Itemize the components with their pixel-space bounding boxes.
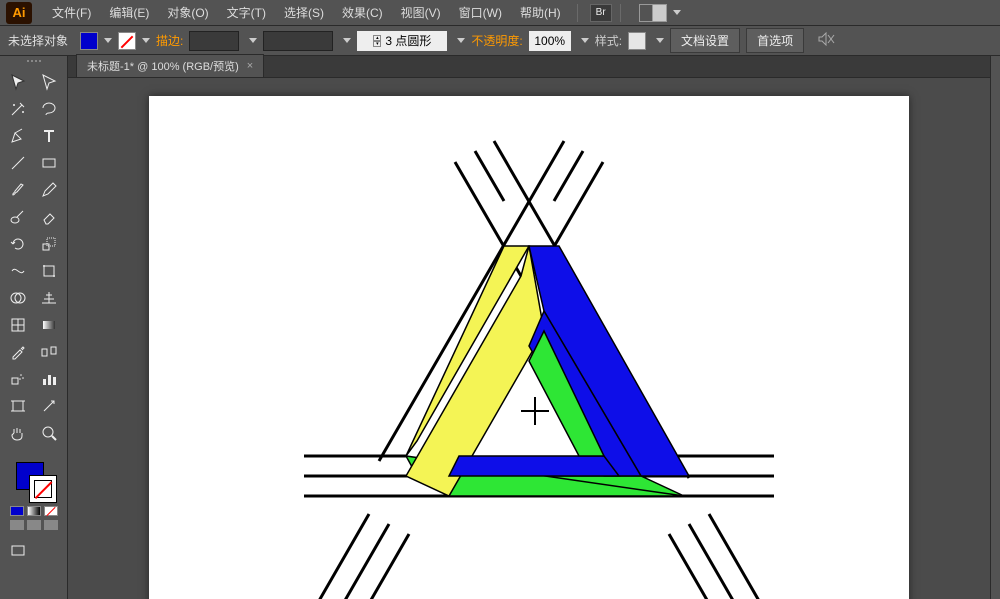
graphic-style-swatch[interactable] [628, 32, 646, 50]
type-tool[interactable] [35, 124, 63, 148]
width-tool[interactable] [4, 259, 32, 283]
stroke-weight-field[interactable] [189, 31, 239, 51]
canvas-viewport[interactable] [68, 78, 990, 599]
rectangle-tool[interactable] [35, 151, 63, 175]
panel-dock[interactable] [990, 56, 1000, 599]
style-label: 样式: [595, 32, 622, 49]
eyedropper-tool[interactable] [4, 340, 32, 364]
perspective-grid-tool[interactable] [35, 286, 63, 310]
document-setup-button[interactable]: 文档设置 [670, 28, 740, 53]
app-logo: Ai [6, 2, 32, 24]
color-mode-solid[interactable] [10, 506, 24, 516]
artboard[interactable] [149, 96, 909, 599]
color-mode-none[interactable] [44, 506, 58, 516]
stroke-color-box[interactable] [30, 476, 56, 502]
chevron-down-icon[interactable] [673, 10, 681, 15]
artboard-tool[interactable] [4, 394, 32, 418]
document-tab-title: 未标题-1* @ 100% (RGB/预览) [87, 58, 239, 74]
fill-swatch-control[interactable] [80, 32, 112, 50]
chevron-down-icon[interactable] [457, 38, 465, 43]
zoom-tool[interactable] [35, 421, 63, 445]
selection-status: 未选择对象 [8, 32, 68, 49]
menu-object[interactable]: 对象(O) [159, 0, 216, 25]
stroke-swatch-control[interactable] [118, 32, 150, 50]
opacity-label: 不透明度: [471, 32, 522, 49]
shape-builder-tool[interactable] [4, 286, 32, 310]
draw-normal[interactable] [10, 520, 24, 530]
canvas-area: 未标题-1* @ 100% (RGB/预览) × [68, 56, 990, 599]
chevron-down-icon[interactable] [104, 38, 112, 43]
close-tab-button[interactable]: × [247, 60, 253, 72]
screen-mode-button[interactable] [4, 539, 32, 563]
blob-brush-tool[interactable] [4, 205, 32, 229]
color-mode-row [10, 506, 58, 516]
chevron-down-icon[interactable] [142, 38, 150, 43]
slice-tool[interactable] [35, 394, 63, 418]
paintbrush-tool[interactable] [4, 178, 32, 202]
chevron-down-icon[interactable] [343, 38, 351, 43]
arrange-docs-button[interactable] [639, 4, 667, 22]
menu-text[interactable]: 文字(T) [219, 0, 274, 25]
hand-tool[interactable] [4, 421, 32, 445]
selection-tool[interactable] [4, 70, 32, 94]
draw-behind[interactable] [27, 520, 41, 530]
fill-stroke-proxy[interactable] [14, 460, 54, 500]
menu-help[interactable]: 帮助(H) [512, 0, 569, 25]
draw-inside[interactable] [44, 520, 58, 530]
lasso-tool[interactable] [35, 97, 63, 121]
chevron-down-icon[interactable] [581, 38, 589, 43]
control-bar: 未选择对象 描边: ▴▾ 3 点圆形 不透明度: 100% 样式: 文档设置 首… [0, 26, 1000, 56]
artwork-content [149, 96, 909, 599]
magic-wand-tool[interactable] [4, 97, 32, 121]
stepper-icon[interactable]: ▴▾ [373, 35, 381, 47]
menu-bar: Ai 文件(F) 编辑(E) 对象(O) 文字(T) 选择(S) 效果(C) 视… [0, 0, 1000, 26]
chevron-down-icon[interactable] [249, 38, 257, 43]
stroke-profile-value: 3 点圆形 [385, 32, 431, 49]
stroke-label: 描边: [156, 32, 183, 49]
menu-select[interactable]: 选择(S) [276, 0, 332, 25]
scale-tool[interactable] [35, 232, 63, 256]
tools-panel [0, 56, 68, 599]
eraser-tool[interactable] [35, 205, 63, 229]
menu-edit[interactable]: 编辑(E) [101, 0, 157, 25]
menu-separator [620, 4, 621, 22]
brush-definition-field[interactable] [263, 31, 333, 51]
menu-window[interactable]: 窗口(W) [451, 0, 510, 25]
menu-file[interactable]: 文件(F) [44, 0, 99, 25]
pen-tool[interactable] [4, 124, 32, 148]
mesh-tool[interactable] [4, 313, 32, 337]
sound-off-icon[interactable] [818, 32, 836, 49]
color-mode-gradient[interactable] [27, 506, 41, 516]
gradient-tool[interactable] [35, 313, 63, 337]
fill-swatch[interactable] [80, 32, 98, 50]
pencil-tool[interactable] [35, 178, 63, 202]
column-graph-tool[interactable] [35, 367, 63, 391]
stroke-profile-field[interactable]: ▴▾ 3 点圆形 [357, 31, 447, 51]
symbol-sprayer-tool[interactable] [4, 367, 32, 391]
draw-mode-row [10, 520, 58, 530]
opacity-field[interactable]: 100% [529, 31, 571, 51]
free-transform-tool[interactable] [35, 259, 63, 283]
rotate-tool[interactable] [4, 232, 32, 256]
menu-view[interactable]: 视图(V) [393, 0, 449, 25]
menu-separator [577, 4, 578, 22]
line-tool[interactable] [4, 151, 32, 175]
bridge-button[interactable]: Br [590, 4, 612, 22]
workspace: 未标题-1* @ 100% (RGB/预览) × [0, 56, 1000, 599]
chevron-down-icon[interactable] [656, 38, 664, 43]
direct-selection-tool[interactable] [35, 70, 63, 94]
menu-effect[interactable]: 效果(C) [334, 0, 391, 25]
blend-tool[interactable] [35, 340, 63, 364]
panel-grip[interactable] [10, 60, 58, 66]
stroke-swatch[interactable] [118, 32, 136, 50]
document-tab-bar: 未标题-1* @ 100% (RGB/预览) × [68, 56, 990, 78]
preferences-button[interactable]: 首选项 [746, 28, 804, 53]
document-tab[interactable]: 未标题-1* @ 100% (RGB/预览) × [76, 54, 264, 77]
